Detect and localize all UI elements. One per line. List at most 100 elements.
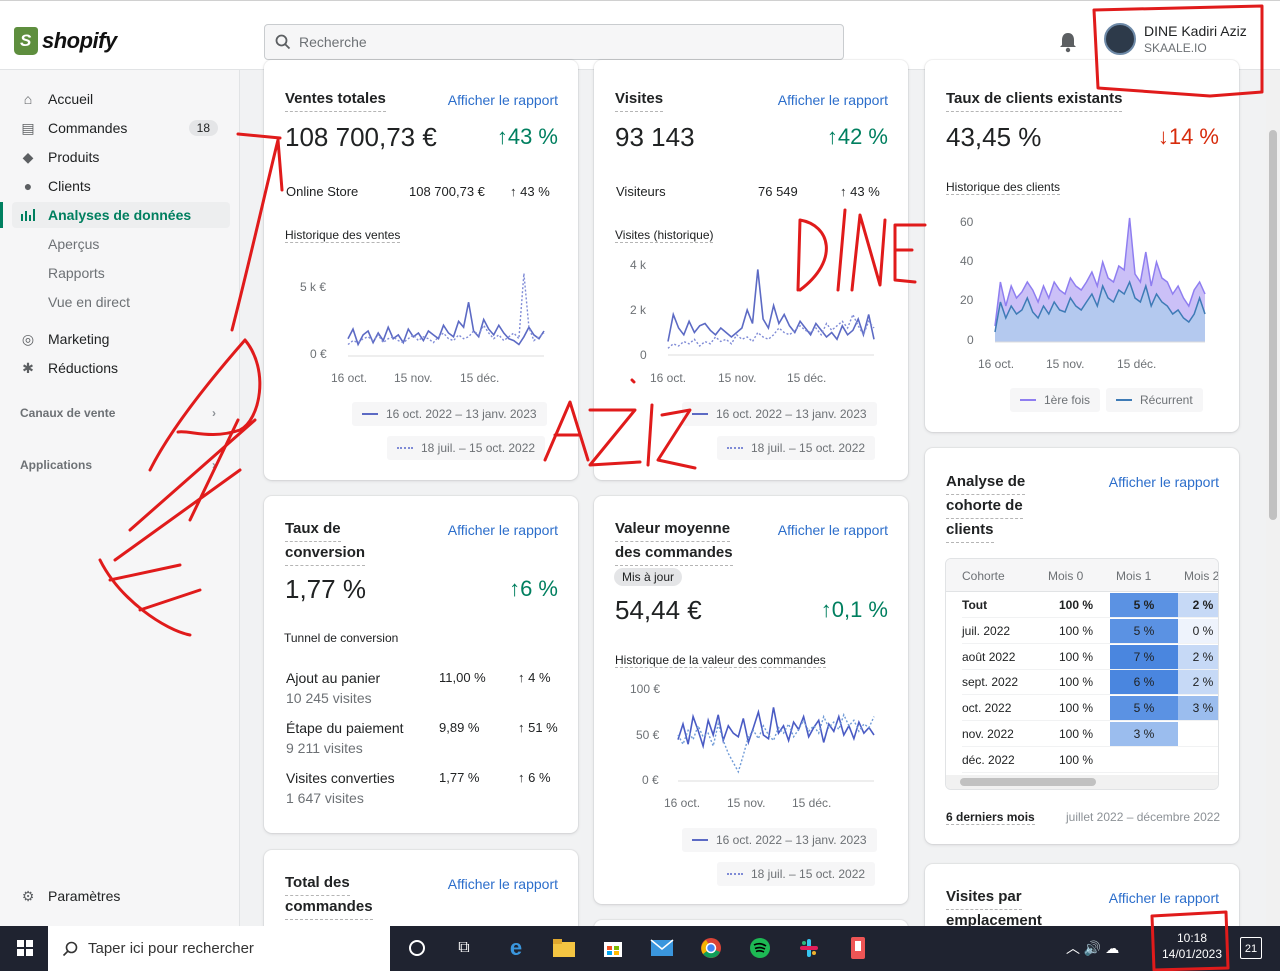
legend-swatch [692,839,708,841]
cohort-header-cell: Mois 1 [1116,569,1152,583]
y-tick: 0 € [310,347,327,361]
delta-value: 43 % [850,184,880,199]
legend-returning[interactable]: Récurrent [1106,388,1203,412]
windows-start-icon[interactable] [12,935,38,961]
store-icon[interactable] [600,935,626,961]
search-icon [62,941,78,956]
analytics-icon [20,207,36,223]
sidebar-item-produits[interactable]: ◆ Produits [12,144,230,170]
sidebar-item-label: Paramètres [48,888,121,904]
cohort-value-cell: 100 % [1042,696,1110,722]
x-tick: 15 déc. [1117,357,1157,371]
taskbar-clock[interactable]: 10:18 14/01/2023 [1158,930,1226,962]
view-report-link[interactable]: Afficher le rapport [448,522,558,538]
cohort-value-cell: 100 % [1042,593,1110,618]
view-report-link[interactable]: Afficher le rapport [448,92,558,108]
slack-icon[interactable] [796,935,822,961]
legend-current[interactable]: 16 oct. 2022 – 13 janv. 2023 [682,828,877,852]
system-tray[interactable]: ︿ 🔊 ☁ [1066,938,1119,958]
bell-icon[interactable] [1058,31,1078,53]
shopify-logo[interactable]: shopify [14,27,117,55]
search-input[interactable]: Recherche [264,24,844,60]
aov-value: 54,44 € [615,595,702,625]
sales-delta: ↑43 % [496,124,558,149]
spotify-icon[interactable] [747,935,773,961]
app-icon[interactable] [845,935,871,961]
gear-icon: ⚙ [21,887,35,904]
sidebar-item-parametres[interactable]: ⚙ Paramètres [12,883,230,909]
chart-title: Visites (historique) [615,228,714,243]
conversion-rate-value: 1,77 % [285,574,366,604]
user-menu[interactable]: DINE Kadiri Aziz SKAALE.IO [1104,23,1247,55]
view-report-link[interactable]: Afficher le rapport [1109,474,1219,490]
discount-icon: ✱ [22,359,34,376]
mail-icon[interactable] [649,935,675,961]
notification-center-icon[interactable]: 21 [1240,937,1262,959]
sidebar-subitem-apercus[interactable]: Aperçus [48,236,99,252]
x-tick: 15 nov. [718,371,757,385]
sales-card: Ventes totales Afficher le rapport 108 7… [264,60,578,480]
cohort-value-cell: 6 % [1110,670,1178,696]
shopify-bag-icon [14,27,38,55]
card-title-line1: Valeur moyenne [615,517,731,542]
legend-current[interactable]: 16 oct. 2022 – 13 janv. 2023 [352,402,547,426]
sidebar-item-label: Analyses de données [48,207,192,223]
avatar [1104,23,1136,55]
chrome-icon[interactable] [698,935,724,961]
x-tick: 15 nov. [1046,357,1085,371]
legend-previous[interactable]: 18 juil. – 15 oct. 2022 [717,862,876,886]
returning-rate-value: 43,45 % [946,122,1042,152]
brand-name: shopify [42,28,117,53]
x-tick: 16 oct. [664,796,701,810]
chevron-right-icon: › [212,458,216,472]
cohort-value-cell: 100 % [1042,748,1110,773]
clock-date: 14/01/2023 [1161,947,1223,961]
card-title-line2: commandes [285,895,373,920]
sales-channels-section[interactable]: Canaux de vente › [20,406,220,420]
legend-swatch [362,413,378,415]
legend-current[interactable]: 16 oct. 2022 – 13 janv. 2023 [682,402,877,426]
tag-icon: ◆ [22,148,34,165]
scrollbar-thumb[interactable] [1269,130,1277,520]
sidebar-item-accueil[interactable]: ⌂ Accueil [12,86,230,112]
page-scrollbar[interactable] [1266,70,1280,926]
view-report-link[interactable]: Afficher le rapport [778,92,888,108]
scrollbar-thumb[interactable] [960,778,1096,786]
taskbar-search-placeholder: Taper ici pour rechercher [88,940,254,957]
sidebar-item-clients[interactable]: ● Clients [12,173,230,199]
sidebar-item-reductions[interactable]: ✱ Réductions [12,355,230,381]
conversion-delta: ↑6 % [509,576,558,601]
x-tick: 16 oct. [650,371,687,385]
legend-previous[interactable]: 18 juil. – 15 oct. 2022 [717,436,876,460]
legend-previous[interactable]: 18 juil. – 15 oct. 2022 [387,436,546,460]
legend-first-time[interactable]: 1ère fois [1010,388,1101,412]
edge-icon[interactable]: e [503,935,529,961]
cortana-icon[interactable] [404,935,430,961]
updated-pill: Mis à jour [614,568,683,586]
taskbar-search-input[interactable]: Taper ici pour rechercher [48,926,390,971]
task-view-icon[interactable]: ⧉ [451,935,477,961]
sidebar-subitem-rapports[interactable]: Rapports [48,265,105,281]
sidebar-subitem-vue-en-direct[interactable]: Vue en direct [48,294,130,310]
funnel-step-rate: 9,89 % [439,720,480,735]
file-explorer-icon[interactable] [551,935,577,961]
visits-delta: ↑42 % [826,124,888,149]
sidebar-item-analyses[interactable]: Analyses de données [12,202,230,228]
cohort-value-cell: 3 % [1178,696,1218,722]
sidebar-item-marketing[interactable]: ◎ Marketing [12,326,230,352]
view-report-link[interactable]: Afficher le rapport [1109,890,1219,906]
sidebar-item-label: Produits [48,149,100,165]
orders-count-badge: 18 [188,120,218,136]
view-report-link[interactable]: Afficher le rapport [448,876,558,892]
legend-label: 16 oct. 2022 – 13 janv. 2023 [716,833,867,847]
sidebar-item-commandes[interactable]: ▤ Commandes 18 [12,115,230,141]
card-title-line1: Total des [285,871,350,896]
x-tick: 15 déc. [460,371,500,385]
view-report-link[interactable]: Afficher le rapport [778,522,888,538]
apps-section[interactable]: Applications › [20,458,220,472]
series-line-1 [667,269,875,342]
cohort-table: Cohorte Mois 0 Mois 1 Mois 2 Tout 100 % 5 % 2 %… [945,558,1219,790]
legend-label: 16 oct. 2022 – 13 janv. 2023 [386,407,537,421]
cohort-horizontal-scrollbar[interactable] [946,775,1218,789]
visitors-delta: ↑ 43 % [840,184,880,199]
